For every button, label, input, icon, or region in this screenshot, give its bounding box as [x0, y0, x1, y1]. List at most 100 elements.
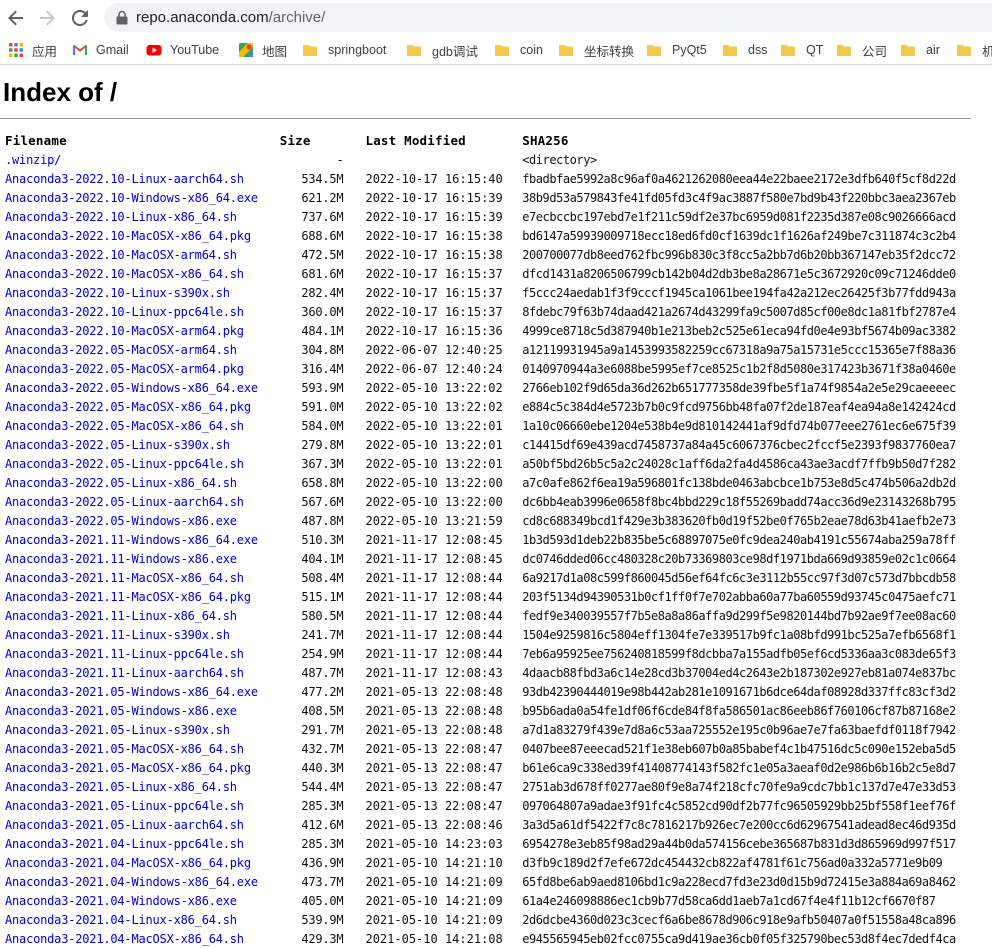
file-link[interactable]: Anaconda3-2022.10-MacOSX-x86_64.sh: [5, 267, 244, 281]
last-modified: 2022-10-17 16:15:39: [365, 190, 503, 205]
bookmark-label: 公司: [862, 44, 888, 59]
back-button[interactable]: [4, 6, 28, 30]
column-header-size: Size: [279, 133, 311, 148]
last-modified: 2022-10-17 16:15:40: [365, 171, 503, 186]
file-link[interactable]: Anaconda3-2022.05-Windows-x86.exe: [5, 514, 237, 528]
file-link[interactable]: Anaconda3-2022.10-Linux-x86_64.sh: [5, 210, 237, 224]
address-bar[interactable]: repo.anaconda.com/archive/: [104, 3, 992, 32]
file-link[interactable]: Anaconda3-2021.04-Windows-x86_64.exe: [5, 875, 258, 889]
filename-cell: Anaconda3-2021.05-Windows-x86_64.exe: [5, 682, 280, 701]
file-link[interactable]: Anaconda3-2022.10-Windows-x86_64.exe: [5, 191, 258, 205]
file-link[interactable]: Anaconda3-2022.05-MacOSX-arm64.sh: [5, 343, 237, 357]
last-modified: 2021-11-17 12:08:43: [365, 665, 503, 680]
last-modified: 2022-05-10 13:22:00: [365, 494, 503, 509]
file-link[interactable]: Anaconda3-2022.05-Linux-s390x.sh: [5, 438, 230, 452]
modified-cell: 2021-05-13 22:08:47: [365, 758, 522, 777]
bookmark-gmail[interactable]: Gmail: [72, 40, 129, 60]
reload-button[interactable]: [68, 6, 92, 30]
sha256-hash: 93db42390444019e98b442ab281e1091671b6dce…: [522, 684, 956, 699]
file-link[interactable]: Anaconda3-2022.10-MacOSX-x86_64.pkg: [5, 229, 251, 243]
file-link[interactable]: Anaconda3-2021.05-Linux-s390x.sh: [5, 723, 230, 737]
file-link[interactable]: Anaconda3-2021.04-MacOSX-x86_64.sh: [5, 932, 244, 946]
file-link[interactable]: Anaconda3-2021.04-Linux-ppc64le.sh: [5, 837, 244, 851]
bookmark-folder[interactable]: coin: [494, 40, 543, 60]
file-link[interactable]: Anaconda3-2022.05-Linux-ppc64le.sh: [5, 457, 244, 471]
sha256-hash: 0140970944a3e6088be5995ef7ce8525c1b2f8d5…: [522, 361, 956, 376]
sha256-cell: b95b6ada0a54fe1df06f6cde84f8fa586501ac86…: [522, 701, 992, 720]
file-link[interactable]: Anaconda3-2021.05-Linux-aarch64.sh: [5, 818, 244, 832]
file-link[interactable]: Anaconda3-2022.05-MacOSX-x86_64.pkg: [5, 400, 251, 414]
file-link[interactable]: Anaconda3-2022.10-Linux-s390x.sh: [5, 286, 230, 300]
last-modified: 2021-05-10 14:21:09: [365, 912, 503, 927]
table-row: Anaconda3-2022.10-MacOSX-x86_64.pkg 688.6…: [5, 226, 992, 245]
filename-cell: Anaconda3-2021.05-Windows-x86.exe: [5, 701, 280, 720]
file-link[interactable]: Anaconda3-2021.11-Linux-x86_64.sh: [5, 609, 237, 623]
file-link[interactable]: Anaconda3-2022.05-MacOSX-arm64.pkg: [5, 362, 244, 376]
file-link[interactable]: Anaconda3-2021.04-Windows-x86.exe: [5, 894, 237, 908]
bookmark-folder[interactable]: QT: [780, 40, 823, 60]
bookmark-folder[interactable]: air: [900, 40, 940, 60]
file-link[interactable]: Anaconda3-2021.05-Windows-x86_64.exe: [5, 685, 258, 699]
bookmark-folder[interactable]: springboot: [302, 40, 386, 60]
file-link[interactable]: Anaconda3-2021.05-MacOSX-x86_64.sh: [5, 742, 244, 756]
file-link[interactable]: Anaconda3-2022.10-Linux-aarch64.sh: [5, 172, 244, 186]
file-link[interactable]: Anaconda3-2021.11-Windows-x86_64.exe: [5, 533, 258, 547]
file-link[interactable]: Anaconda3-2021.04-Linux-x86_64.sh: [5, 913, 237, 927]
url-text[interactable]: repo.anaconda.com/archive/: [136, 8, 325, 27]
modified-cell: 2021-05-13 22:08:47: [365, 739, 522, 758]
last-modified: 2021-11-17 12:08:45: [365, 551, 503, 566]
file-link[interactable]: Anaconda3-2022.05-MacOSX-x86_64.sh: [5, 419, 244, 433]
size-cell: 621.2M: [280, 188, 366, 207]
file-link[interactable]: Anaconda3-2022.05-Linux-aarch64.sh: [5, 495, 244, 509]
filename-cell: Anaconda3-2021.11-Linux-x86_64.sh: [5, 606, 280, 625]
modified-cell: 2022-10-17 16:15:39: [365, 207, 522, 226]
bookmark-label: coin: [520, 43, 543, 57]
file-link[interactable]: Anaconda3-2021.11-Windows-x86.exe: [5, 552, 237, 566]
file-size: 412.6M: [301, 817, 344, 832]
file-link[interactable]: Anaconda3-2022.10-MacOSX-arm64.pkg: [5, 324, 244, 338]
bookmark-folder[interactable]: PyQt5: [646, 40, 707, 60]
bookmark-youtube[interactable]: YouTube: [146, 40, 219, 60]
file-link[interactable]: Anaconda3-2021.05-Linux-x86_64.sh: [5, 780, 237, 794]
sha256-hash: 1504e9259816c5804eff1304fe7e339517b9fc1a…: [522, 627, 956, 642]
file-size: 285.3M: [301, 836, 344, 851]
bookmark-folder[interactable]: gdb调试: [406, 40, 478, 60]
sha256-cell: dfcd1431a8206506799cb142b04d2db3be8a2867…: [522, 264, 992, 283]
size-cell: 360.0M: [280, 302, 366, 321]
file-link[interactable]: Anaconda3-2022.05-Windows-x86_64.exe: [5, 381, 258, 395]
file-link[interactable]: Anaconda3-2021.11-MacOSX-x86_64.pkg: [5, 590, 251, 604]
folder-icon: [559, 45, 573, 56]
bookmark-apps[interactable]: 应用: [8, 40, 57, 60]
file-link[interactable]: Anaconda3-2021.11-Linux-s390x.sh: [5, 628, 230, 642]
bookmark-folder[interactable]: dss: [722, 40, 767, 60]
bookmark-maps[interactable]: 地图: [238, 40, 287, 60]
table-row: Anaconda3-2021.11-Linux-aarch64.sh 487.7M…: [5, 663, 992, 682]
last-modified: 2021-05-10 14:21:09: [365, 874, 503, 889]
file-link[interactable]: Anaconda3-2022.05-Linux-x86_64.sh: [5, 476, 237, 490]
file-link[interactable]: .winzip/: [5, 153, 61, 167]
file-link[interactable]: Anaconda3-2021.11-Linux-aarch64.sh: [5, 666, 244, 680]
forward-button[interactable]: [35, 6, 59, 30]
file-link[interactable]: Anaconda3-2021.05-Linux-ppc64le.sh: [5, 799, 244, 813]
sha256-cell: a50bf5bd26b5c5a2c24028c1aff6da2fa4d4586c…: [522, 454, 992, 473]
filename-cell: Anaconda3-2022.05-MacOSX-arm64.sh: [5, 340, 280, 359]
file-link[interactable]: Anaconda3-2021.11-Linux-ppc64le.sh: [5, 647, 244, 661]
file-link[interactable]: Anaconda3-2021.04-MacOSX-x86_64.pkg: [5, 856, 251, 870]
file-link[interactable]: Anaconda3-2022.10-Linux-ppc64le.sh: [5, 305, 244, 319]
bookmark-folder[interactable]: 公司: [836, 40, 887, 60]
sha256-cell: 38b9d53a579843fe41fd05fd3c4f9ac3887f580e…: [522, 188, 992, 207]
bookmark-label: springboot: [328, 43, 387, 57]
file-link[interactable]: Anaconda3-2021.11-MacOSX-x86_64.sh: [5, 571, 244, 585]
modified-cell: 2022-10-17 16:15:37: [365, 283, 522, 302]
file-list: .winzip/ - <directory> Anaconda3-2022.10-Li…: [5, 150, 992, 948]
sha256-hash: 2766eb102f9d65da36d262b651777358de39fbe5…: [522, 380, 956, 395]
bookmark-folder[interactable]: 坐标转换: [558, 40, 634, 60]
file-link[interactable]: Anaconda3-2022.10-MacOSX-arm64.sh: [5, 248, 237, 262]
bookmark-label: gdb调试: [432, 44, 478, 59]
file-link[interactable]: Anaconda3-2021.05-MacOSX-x86_64.pkg: [5, 761, 251, 775]
last-modified: 2021-11-17 12:08:44: [365, 627, 503, 642]
file-link[interactable]: Anaconda3-2021.05-Windows-x86.exe: [5, 704, 237, 718]
last-modified: 2021-05-10 14:21:09: [365, 893, 503, 908]
last-modified: 2022-05-10 13:22:01: [365, 437, 503, 452]
bookmark-folder[interactable]: 机: [956, 40, 992, 60]
